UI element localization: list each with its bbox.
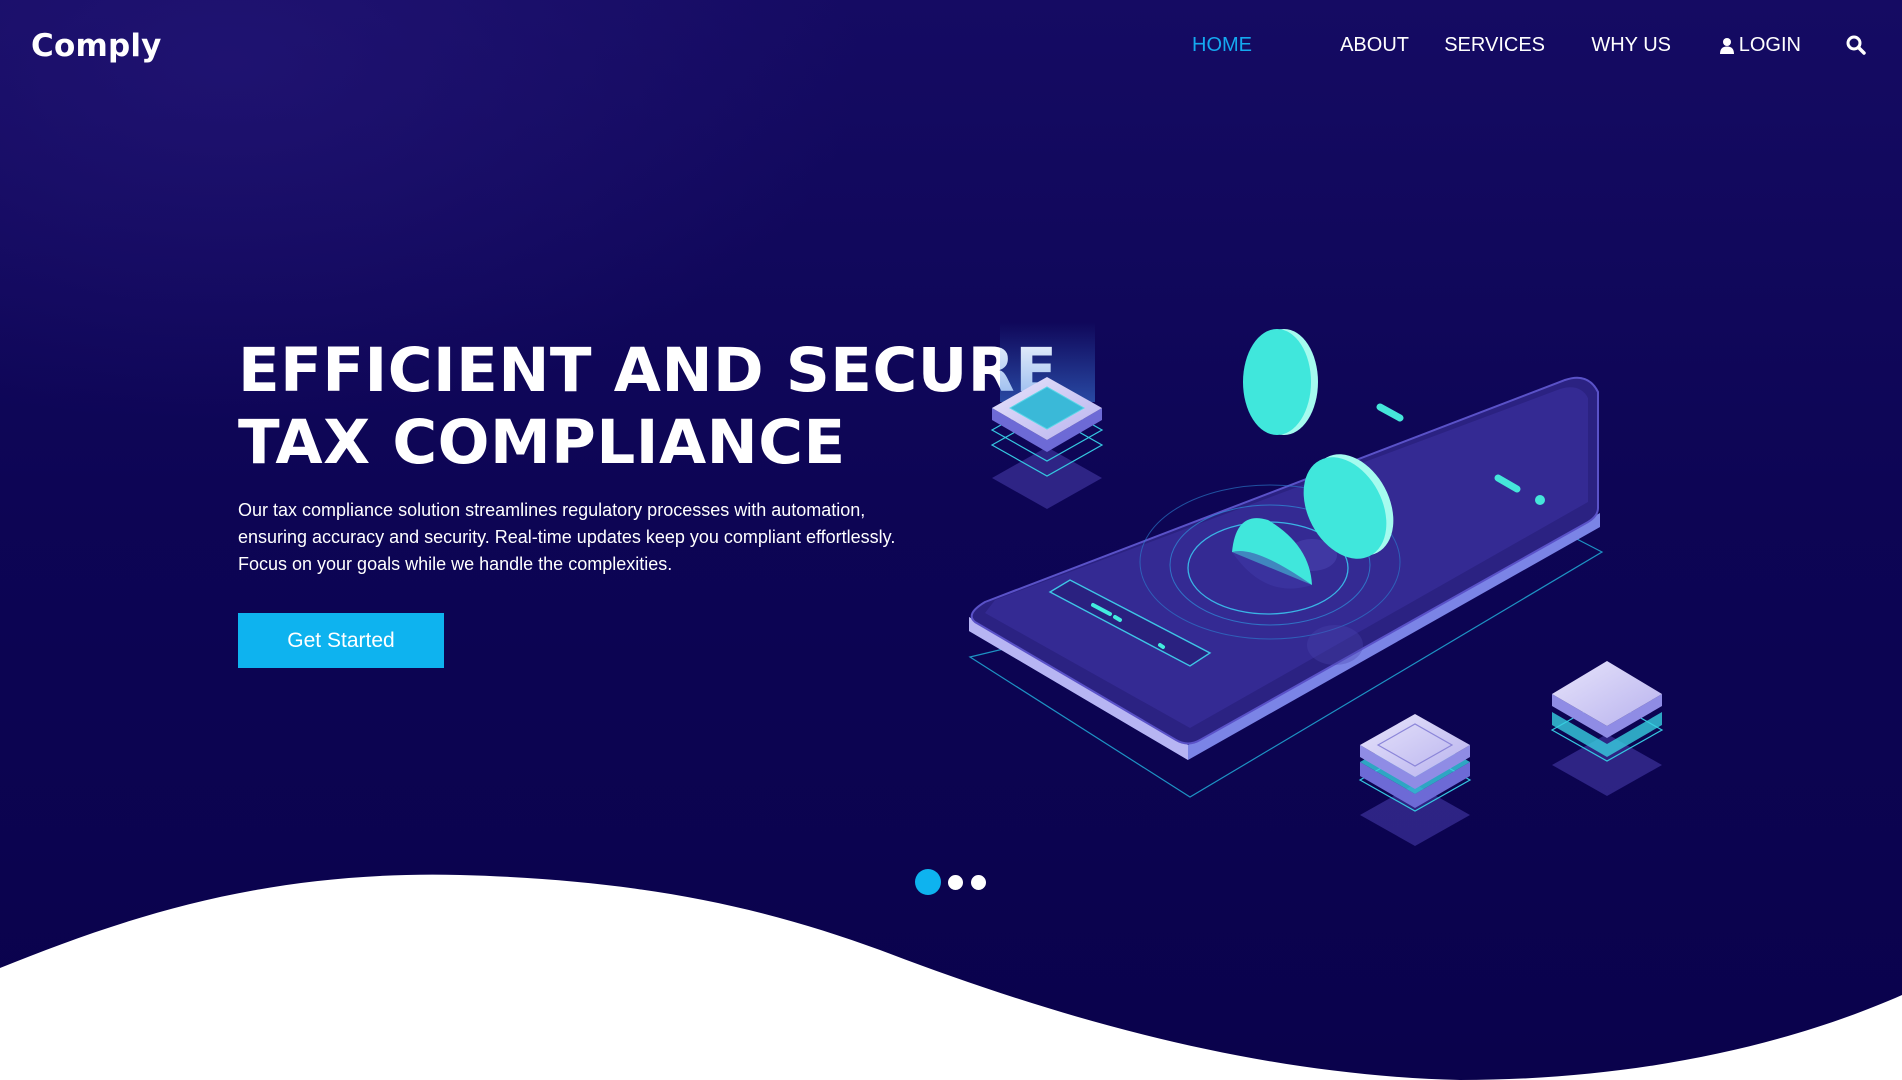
hero-section: Comply HOME ABOUT SERVICES WHY US LOGIN … xyxy=(0,0,1902,1080)
hero-headline: EFFICIENT AND SECURE TAX COMPLIANCE xyxy=(238,335,1057,479)
brand-logo[interactable]: Comply xyxy=(31,28,162,64)
search-icon xyxy=(1846,35,1866,55)
get-started-button[interactable]: Get Started xyxy=(238,613,444,668)
bottom-wave-divider xyxy=(0,874,1902,1080)
description-line: ensuring accuracy and security. Real-tim… xyxy=(238,527,896,547)
headline-line: TAX COMPLIANCE xyxy=(238,407,846,478)
user-icon xyxy=(1719,37,1734,54)
search-button[interactable] xyxy=(1846,35,1866,60)
isometric-phone-illustration xyxy=(968,322,1664,846)
nav-item-home[interactable]: HOME xyxy=(1192,34,1252,57)
description-line: Focus on your goals while we handle the … xyxy=(238,554,673,574)
nav-item-login[interactable]: LOGIN xyxy=(1719,34,1801,57)
nav-item-services[interactable]: SERVICES xyxy=(1444,34,1545,57)
hero-description: Our tax compliance solution streamlines … xyxy=(238,497,938,578)
headline-line: EFFICIENT AND SECURE xyxy=(238,335,1058,406)
nav-item-about[interactable]: ABOUT xyxy=(1340,34,1409,57)
nav-login-label: LOGIN xyxy=(1738,34,1801,56)
nav-item-why-us[interactable]: WHY US xyxy=(1591,34,1671,57)
description-line: Our tax compliance solution streamlines … xyxy=(238,500,866,520)
